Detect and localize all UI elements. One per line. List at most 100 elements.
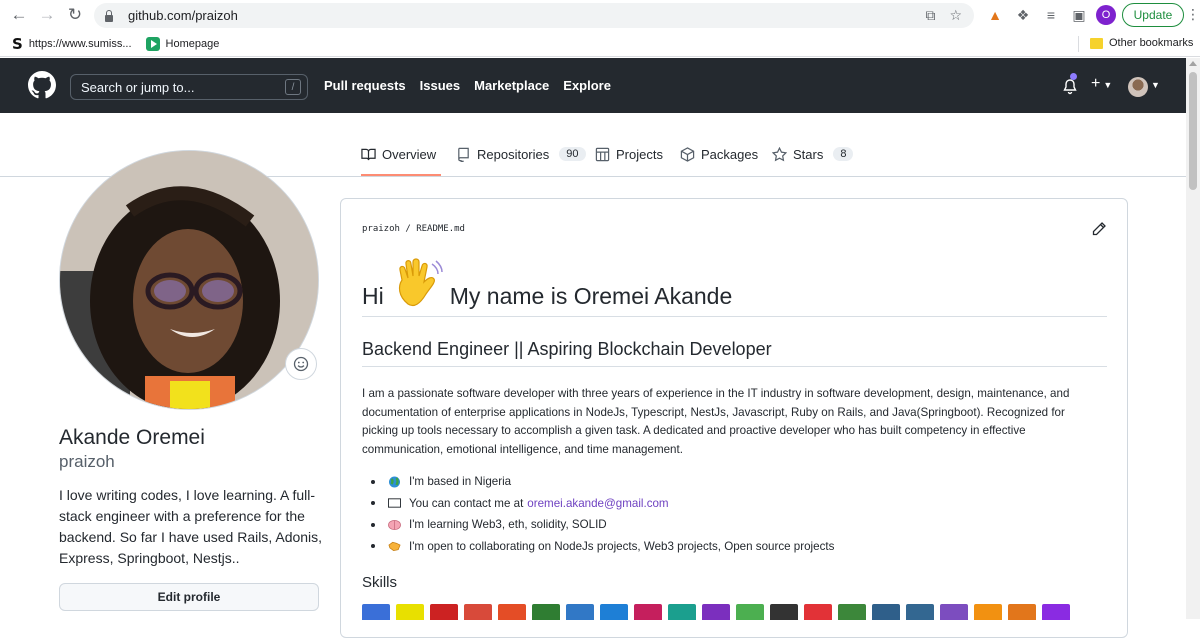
list-item: I'm learning Web3, eth, solidity, SOLID: [371, 514, 834, 536]
fact-text: I'm learning Web3, eth, solidity, SOLID: [409, 518, 607, 532]
folder-icon: [1090, 37, 1103, 49]
notification-bell-icon[interactable]: [1062, 78, 1078, 95]
skill-logo-icon: [498, 604, 526, 620]
github-logo-icon[interactable]: [28, 71, 56, 99]
browser-menu-icon[interactable]: ⋮: [1186, 6, 1200, 23]
readme-subheading: Backend Engineer || Aspiring Blockchain …: [362, 339, 1107, 367]
skill-logo-icon: [396, 604, 424, 620]
bookmark-star-icon[interactable]: ☆: [949, 7, 962, 24]
page-scrollbar[interactable]: [1186, 58, 1200, 619]
header-nav: Pull requests Issues Marketplace Explore: [324, 78, 611, 93]
tab-overview[interactable]: Overview: [361, 139, 441, 176]
skill-logo-icon: [600, 604, 628, 620]
search-input[interactable]: Search or jump to... /: [70, 74, 308, 100]
pencil-edit-icon[interactable]: [1091, 221, 1107, 237]
smiley-icon: [293, 356, 309, 372]
browser-profile-avatar[interactable]: O: [1096, 5, 1116, 25]
skill-logo-icon: [838, 604, 866, 620]
globe-icon: [389, 476, 400, 488]
tab-label: Overview: [382, 147, 437, 162]
readme-path-user[interactable]: praizoh: [362, 224, 400, 234]
tab-projects[interactable]: Projects: [595, 139, 663, 176]
bookmark-sumiss[interactable]: S https://www.sumiss...: [12, 35, 132, 53]
url-text: github.com/praizoh: [128, 8, 238, 23]
edit-profile-button[interactable]: Edit profile: [59, 583, 319, 611]
skills-heading: Skills: [362, 574, 398, 591]
readme-path-file[interactable]: README.md: [416, 224, 465, 234]
bookmarks-bar: S https://www.sumiss... Homepage Other b…: [0, 31, 1200, 57]
fact-text: I'm open to collaborating on NodeJs proj…: [409, 539, 835, 553]
readme-intro: I am a passionate software developer wit…: [362, 387, 1070, 456]
nav-pull-requests[interactable]: Pull requests: [324, 78, 406, 93]
repo-icon: [458, 147, 469, 162]
bullet: [371, 544, 375, 549]
profile-avatar[interactable]: [59, 150, 319, 410]
address-bar[interactable]: github.com/praizoh ⧉ ☆: [94, 3, 974, 28]
tab-label: Stars: [793, 147, 824, 162]
search-shortcut-key: /: [285, 79, 301, 95]
metamask-extension-icon[interactable]: ▲: [984, 4, 1006, 26]
reload-icon[interactable]: ↻: [62, 2, 88, 28]
bookmark-label: Homepage: [165, 37, 220, 50]
forward-arrow-icon[interactable]: →: [34, 2, 60, 28]
brain-icon: [388, 519, 401, 530]
bullet: [371, 501, 375, 506]
list-item: You can contact me at oremei.akande@gmai…: [371, 493, 834, 515]
tab-packages[interactable]: Packages: [680, 139, 758, 176]
tab-stars[interactable]: Stars 8: [772, 139, 854, 176]
skill-logo-icon: [736, 604, 764, 620]
list-item: I'm based in Nigeria: [371, 471, 834, 493]
skill-logo-icon: [464, 604, 492, 620]
package-icon: [680, 147, 695, 162]
bookmark-label: https://www.sumiss...: [28, 37, 132, 50]
repositories-count: 90: [559, 147, 586, 161]
set-status-button[interactable]: [285, 348, 317, 380]
profile-name: Akande Oremei: [59, 426, 205, 449]
skill-logo-icon: [668, 604, 696, 620]
profile-bio: I love writing codes, I love learning. A…: [59, 487, 323, 566]
skill-logo-icon: [702, 604, 730, 620]
skill-logo-icon: [906, 604, 934, 620]
scroll-up-arrow-icon[interactable]: [1189, 61, 1197, 66]
star-icon: [772, 147, 787, 162]
profile-username: praizoh: [59, 452, 115, 471]
tab-label: Repositories: [477, 147, 550, 162]
other-bookmarks-label: Other bookmarks: [1109, 37, 1194, 49]
user-menu-avatar[interactable]: [1128, 77, 1148, 97]
bullet: [371, 522, 375, 527]
skill-logo-icon: [634, 604, 662, 620]
bookmark-homepage[interactable]: Homepage: [145, 36, 220, 51]
tab-repositories[interactable]: Repositories 90: [456, 139, 586, 176]
homepage-favicon-icon: [145, 36, 160, 51]
other-bookmarks[interactable]: Other bookmarks: [1090, 37, 1193, 49]
side-panel-icon[interactable]: ▣: [1068, 4, 1090, 26]
tab-label: Projects: [616, 147, 663, 162]
skill-logo-icon: [566, 604, 594, 620]
sumiss-favicon-icon: S: [12, 34, 23, 53]
skills-badges: [362, 604, 1070, 620]
back-arrow-icon[interactable]: ←: [6, 2, 32, 28]
caret-down-icon: ▼: [1103, 80, 1113, 90]
share-icon[interactable]: ⧉: [925, 7, 935, 24]
scrollbar-thumb[interactable]: [1189, 72, 1197, 190]
nav-explore[interactable]: Explore: [563, 78, 611, 93]
email-link[interactable]: oremei.akande@gmail.com: [527, 497, 668, 510]
stars-count: 8: [833, 147, 854, 161]
book-icon: [361, 148, 376, 161]
extensions-puzzle-icon[interactable]: ❖: [1012, 4, 1034, 26]
github-header: Search or jump to... / Pull requests Iss…: [0, 58, 1186, 113]
browser-update-button[interactable]: Update: [1122, 3, 1184, 27]
readme-heading: Hi My name is Oremei Akande: [362, 251, 1107, 317]
skill-logo-icon: [770, 604, 798, 620]
reading-list-icon[interactable]: ≡: [1040, 4, 1062, 26]
search-placeholder: Search or jump to...: [81, 79, 195, 95]
plus-icon: +: [1091, 75, 1101, 92]
skill-logo-icon: [1042, 604, 1070, 620]
skill-logo-icon: [940, 604, 968, 620]
caret-down-icon[interactable]: ▼: [1151, 80, 1160, 90]
nav-marketplace[interactable]: Marketplace: [474, 78, 549, 93]
readme-card: praizoh / README.md Hi My name is Oremei…: [340, 198, 1128, 638]
skill-logo-icon: [804, 604, 832, 620]
create-new-dropdown[interactable]: + ▼: [1091, 75, 1112, 93]
nav-issues[interactable]: Issues: [420, 78, 460, 93]
